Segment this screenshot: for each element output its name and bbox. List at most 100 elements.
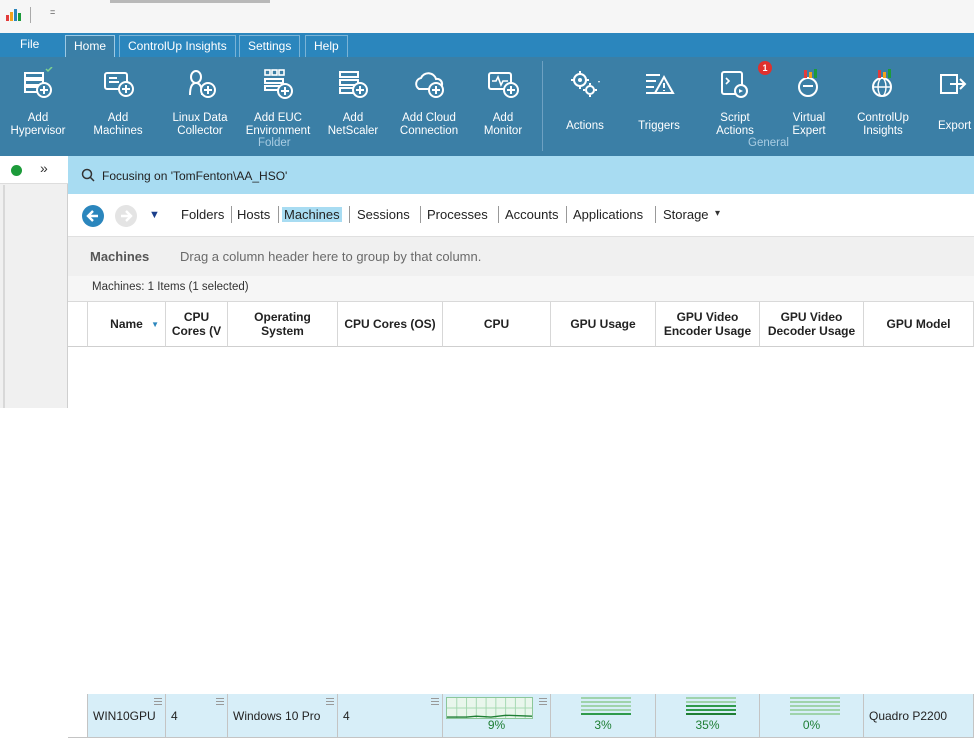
cpu-sparkline-chart <box>446 697 533 719</box>
gpu-usage-bars <box>581 697 631 717</box>
nav-processes[interactable]: Processes <box>425 207 490 222</box>
cell-operating-system[interactable]: Windows 10 Pro <box>228 694 338 738</box>
back-button[interactable] <box>82 205 104 227</box>
expand-pane-icon[interactable]: » <box>40 160 48 176</box>
triggers-button[interactable]: Triggers <box>626 57 692 156</box>
ribbon-separator <box>542 61 543 151</box>
add-netscaler-label: Add NetScaler <box>327 112 379 137</box>
app-logo-icon <box>6 9 22 21</box>
tab-settings[interactable]: Settings <box>239 35 301 57</box>
gpu-decoder-bars <box>790 697 840 717</box>
add-netscaler-button[interactable]: Add NetScaler <box>322 57 384 156</box>
add-cloud-connection-label: Add Cloud Connection <box>399 112 459 137</box>
column-header-gpu-decoder[interactable]: GPU Video Decoder Usage <box>760 302 864 347</box>
linux-data-collector-button[interactable]: Linux Data Collector <box>162 57 238 156</box>
column-header-gpu-encoder[interactable]: GPU Video Encoder Usage <box>656 302 760 347</box>
column-header-name[interactable]: Name ▼ <box>88 302 166 347</box>
column-header-operating-system[interactable]: Operating System <box>228 302 338 347</box>
nav-separator <box>231 206 232 223</box>
group-panel-hint: Drag a column header here to group by th… <box>180 249 482 264</box>
quick-access-dropdown-icon[interactable]: = <box>50 7 55 17</box>
cell-cpu[interactable]: 9% <box>443 694 551 738</box>
nav-folders[interactable]: Folders <box>179 207 226 222</box>
export-label: Export <box>938 120 972 132</box>
actions-button[interactable]: Actions <box>552 57 618 156</box>
tab-file[interactable]: File <box>0 33 60 57</box>
controlup-insights-label: ControlUp Insights <box>857 112 909 137</box>
nav-separator <box>349 206 350 223</box>
cell-gpu-usage[interactable]: 3% <box>551 694 656 738</box>
cell-cpu-cores-v[interactable]: 4 <box>166 694 228 738</box>
cell-gpu-model[interactable]: Quadro P2200 <box>864 694 974 738</box>
monitor-pulse-add-icon <box>488 72 519 98</box>
gears-icon <box>571 71 600 97</box>
nav-accounts[interactable]: Accounts <box>503 207 560 222</box>
group-panel-title: Machines <box>90 249 150 264</box>
column-header-cpu[interactable]: CPU <box>443 302 551 347</box>
virtual-expert-icon <box>798 69 818 97</box>
tab-controlup-insights[interactable]: ControlUp Insights <box>119 35 236 57</box>
ribbon-home: Add Hypervisor Add Machines Linux Data C… <box>0 57 974 156</box>
ribbon-group-folder: Folder <box>258 137 291 149</box>
left-tree-pane: » <box>0 156 68 408</box>
nav-separator <box>498 206 499 223</box>
column-header-cpu-cores-v-label: CPU Cores (V <box>171 310 222 338</box>
cell-cpu-cores-os-value: 4 <box>343 709 350 723</box>
arrow-right-icon <box>121 210 133 222</box>
title-bar: = <box>0 0 974 33</box>
nav-sessions[interactable]: Sessions <box>355 207 412 222</box>
tab-help[interactable]: Help <box>305 35 348 57</box>
forward-button[interactable] <box>115 205 137 227</box>
cell-gpu-decoder[interactable]: 0% <box>760 694 864 738</box>
triggers-label: Triggers <box>638 120 680 132</box>
column-header-gpu-usage-label: GPU Usage <box>570 317 636 331</box>
add-monitor-button[interactable]: Add Monitor <box>472 57 534 156</box>
cell-cpu-cores-os[interactable]: 4 <box>338 694 443 738</box>
nav-separator <box>278 206 279 223</box>
netscaler-add-icon <box>339 71 368 98</box>
gpu-encoder-bars <box>686 697 736 717</box>
controlup-insights-button[interactable]: ControlUp Insights <box>850 57 916 156</box>
ribbon-tabs: File Home ControlUp Insights Settings He… <box>0 33 974 57</box>
cloud-add-icon <box>415 72 444 98</box>
nav-hosts[interactable]: Hosts <box>235 207 272 222</box>
left-pane-header: » <box>0 156 68 184</box>
cell-name[interactable]: WIN10GPU <box>88 694 166 738</box>
item-count-text: Machines: 1 Items (1 selected) <box>92 281 249 293</box>
nav-storage[interactable]: Storage <box>661 207 711 222</box>
add-hypervisor-label: Add Hypervisor <box>10 112 66 137</box>
table-row[interactable]: WIN10GPU 4 Windows 10 Pro 4 9% 3% 35% 0%… <box>68 347 974 738</box>
column-header-gpu-usage[interactable]: GPU Usage <box>551 302 656 347</box>
column-header-gpu-model[interactable]: GPU Model <box>864 302 974 347</box>
ribbon-group-general: General <box>748 137 789 149</box>
row-indicator-header <box>68 302 88 347</box>
cell-operating-system-value: Windows 10 Pro <box>233 709 321 723</box>
export-button[interactable]: Export <box>924 57 974 156</box>
add-hypervisor-button[interactable]: Add Hypervisor <box>0 57 76 156</box>
monitor-add-icon <box>104 72 134 97</box>
storage-dropdown-icon[interactable]: ▾ <box>715 208 720 219</box>
item-count-bar: Machines: 1 Items (1 selected) <box>68 276 974 302</box>
column-header-operating-system-label: Operating System <box>254 310 311 338</box>
server-add-icon <box>24 67 53 98</box>
quick-access-separator <box>30 7 31 23</box>
history-dropdown-icon[interactable]: ▼ <box>149 209 160 221</box>
gpu-decoder-percent: 0% <box>802 718 821 732</box>
search-icon <box>81 168 95 182</box>
nav-separator <box>566 206 567 223</box>
cell-menu-icon <box>539 698 547 707</box>
nav-applications[interactable]: Applications <box>571 207 645 222</box>
add-machines-button[interactable]: Add Machines <box>82 57 154 156</box>
add-cloud-connection-button[interactable]: Add Cloud Connection <box>392 57 466 156</box>
tab-home[interactable]: Home <box>65 35 116 57</box>
cell-gpu-encoder[interactable]: 35% <box>656 694 760 738</box>
nav-machines[interactable]: Machines <box>282 207 342 222</box>
nav-separator <box>655 206 656 223</box>
gpu-usage-percent: 3% <box>594 718 612 732</box>
add-euc-environment-label: Add EUC Environment <box>245 112 311 137</box>
column-header-cpu-cores-os[interactable]: CPU Cores (OS) <box>338 302 443 347</box>
script-actions-badge: 1 <box>758 61 772 75</box>
column-header-cpu-label: CPU <box>483 317 510 331</box>
group-by-panel[interactable]: Machines Drag a column header here to gr… <box>68 236 974 276</box>
column-header-cpu-cores-v[interactable]: CPU Cores (V <box>166 302 228 347</box>
